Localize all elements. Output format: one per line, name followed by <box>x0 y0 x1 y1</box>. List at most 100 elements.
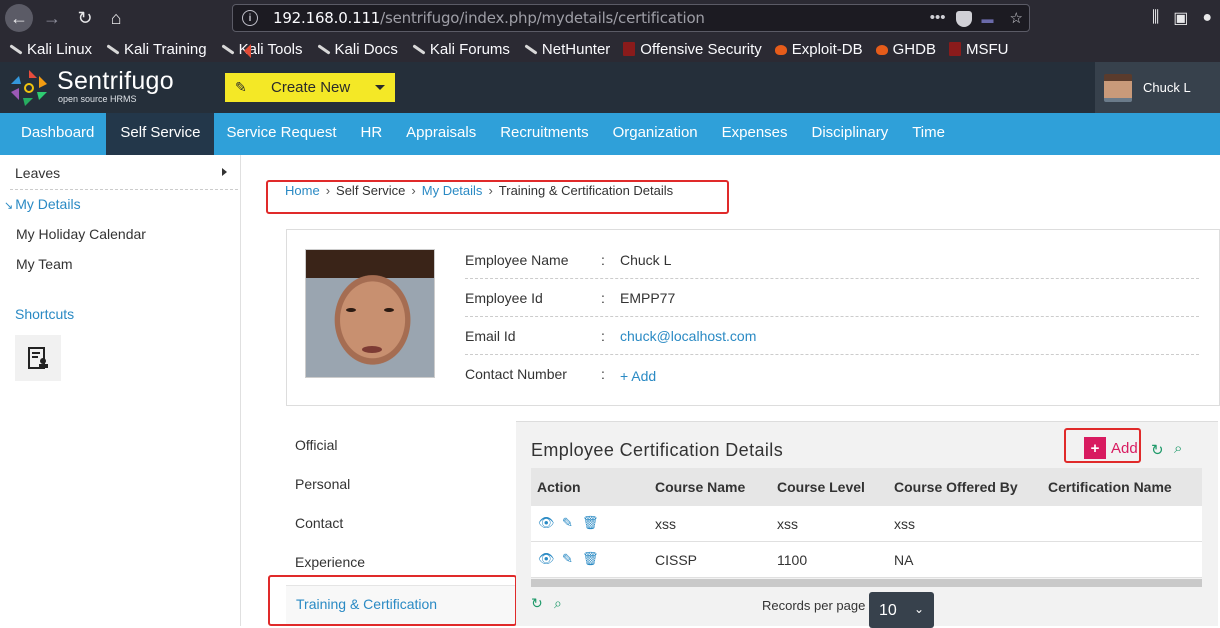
column-header-certification-name[interactable]: Certification Name <box>1048 479 1172 495</box>
tab-official[interactable]: Official <box>295 437 338 453</box>
caret-right-icon[interactable] <box>222 168 227 176</box>
pocket-icon[interactable] <box>955 11 972 27</box>
nav-recruitments[interactable]: Recruitments <box>488 113 600 155</box>
email-row: Email Id : chuck@localhost.com <box>465 317 1199 355</box>
contact-number-row: Contact Number : + Add <box>465 355 1199 393</box>
column-header-course-name[interactable]: Course Name <box>655 479 745 495</box>
info-icon[interactable]: i <box>242 10 258 26</box>
bookmark-nethunter[interactable]: NetHunter <box>523 41 610 58</box>
delete-icon[interactable]: 🗑 <box>582 551 599 567</box>
sidebar-item-my-team[interactable]: My Team <box>16 256 73 272</box>
sidebar-shortcuts-heading: Shortcuts <box>15 306 75 322</box>
email-link[interactable]: chuck@localhost.com <box>620 328 756 344</box>
edit-icon[interactable]: ✎ <box>562 515 573 531</box>
nav-time[interactable]: Time <box>900 113 957 155</box>
bookmark-kali-tools[interactable]: Kali Tools <box>220 41 303 58</box>
kali-dragon-icon <box>411 42 425 56</box>
address-bar[interactable]: i 192.168.0.111/sentrifugo/index.php/myd… <box>232 4 1030 32</box>
bookmark-ghdb[interactable]: GHDB <box>875 41 936 58</box>
nav-appraisals[interactable]: Appraisals <box>394 113 488 155</box>
bookmark-star-icon[interactable]: ☆ <box>1010 9 1023 27</box>
highlight-box-add-button <box>1064 428 1141 463</box>
sidebar: Leaves ↘ My Details My Holiday Calendar M… <box>0 155 241 626</box>
library-icon[interactable]: ⫼ <box>1152 9 1159 27</box>
back-arrow-icon[interactable]: ← <box>5 4 33 32</box>
user-menu[interactable]: Chuck L <box>1095 62 1220 113</box>
refresh-icon[interactable]: ↻ <box>1151 441 1164 459</box>
column-header-offered-by[interactable]: Course Offered By <box>894 479 1018 495</box>
horizontal-scrollbar[interactable] <box>531 579 1202 587</box>
user-name: Chuck L <box>1143 80 1191 95</box>
search-icon[interactable]: ⌕ <box>1174 440 1182 457</box>
bookmark-label: Kali Forums <box>429 40 510 58</box>
kali-dragon-icon <box>316 42 330 56</box>
reload-icon[interactable]: ↻ <box>71 4 99 32</box>
caret-down-icon <box>375 85 385 90</box>
sidebar-item-my-details[interactable]: ↘ My Details <box>4 196 81 212</box>
nav-self-service[interactable]: Self Service <box>106 113 215 155</box>
bookmark-exploit-db[interactable]: Exploit-DB <box>774 41 863 58</box>
url-host: 192.168.0.111 <box>273 9 381 27</box>
email-label: Email Id <box>465 328 516 344</box>
browser-toolbar-right: ⫼ ▣ ● <box>1152 0 1220 36</box>
nav-dashboard[interactable]: Dashboard <box>0 113 106 155</box>
employee-id-value: EMPP77 <box>620 290 676 306</box>
edit-icon[interactable]: ✎ <box>562 551 573 567</box>
bookmark-label: Kali Docs <box>334 40 398 58</box>
nav-expenses[interactable]: Expenses <box>710 113 800 155</box>
exploitdb-icon <box>774 45 787 55</box>
tab-experience[interactable]: Experience <box>295 554 365 570</box>
create-new-button[interactable]: ✎ Create New <box>225 73 395 102</box>
kali-dragon-icon <box>105 42 119 56</box>
table-row: 👁 ✎ 🗑 CISSP 1100 NA <box>531 542 1202 578</box>
nav-organization[interactable]: Organization <box>601 113 710 155</box>
view-icon[interactable]: 👁 <box>538 551 555 567</box>
tab-personal[interactable]: Personal <box>295 476 350 492</box>
bookmark-offensive-security[interactable]: Offensive Security <box>623 41 762 58</box>
bookmark-kali-docs[interactable]: Kali Docs <box>316 41 398 58</box>
sidebar-collapse-icon[interactable] <box>244 44 251 58</box>
nav-disciplinary[interactable]: Disciplinary <box>800 113 901 155</box>
column-header-course-level[interactable]: Course Level <box>777 479 865 495</box>
employee-profile-card: Employee Name : Chuck L Employee Id : EM… <box>286 229 1220 406</box>
sentrifugo-logo-icon[interactable] <box>9 68 49 108</box>
course-level-cell: xss <box>777 516 798 532</box>
bookmark-kali-forums[interactable]: Kali Forums <box>411 41 510 58</box>
page-actions-icon[interactable]: ••• <box>930 9 946 27</box>
colon: : <box>601 366 605 382</box>
sidebar-item-leaves[interactable]: Leaves <box>15 165 60 181</box>
forward-arrow-icon[interactable]: → <box>38 4 66 32</box>
shortcut-tile[interactable] <box>15 335 61 381</box>
refresh-icon[interactable]: ↻ <box>531 595 543 612</box>
sidebar-toggle-icon[interactable]: ▣ <box>1173 8 1188 28</box>
add-contact-link[interactable]: + Add <box>620 368 656 384</box>
reader-view-icon[interactable]: ▬ <box>982 12 1000 26</box>
brand-title: Sentrifugo <box>57 67 174 95</box>
records-per-page-select[interactable]: 10 ⌄ <box>869 592 934 628</box>
view-icon[interactable]: 👁 <box>538 515 555 531</box>
sidebar-item-label: My Details <box>15 196 81 212</box>
kali-dragon-icon <box>8 42 22 56</box>
arrow-down-right-icon: ↘ <box>4 200 14 212</box>
nav-hr[interactable]: HR <box>349 113 395 155</box>
bookmark-kali-training[interactable]: Kali Training <box>105 41 207 58</box>
course-name-cell: CISSP <box>655 552 698 568</box>
bookmark-label: Kali Linux <box>27 40 93 58</box>
offsec-icon <box>948 42 961 56</box>
menu-icon[interactable]: ● <box>1202 9 1212 27</box>
sidebar-item-holiday-calendar[interactable]: My Holiday Calendar <box>16 226 146 242</box>
search-icon[interactable]: ⌕ <box>554 595 562 612</box>
delete-icon[interactable]: 🗑 <box>582 515 599 531</box>
tab-contact[interactable]: Contact <box>295 515 343 531</box>
highlight-box-breadcrumb <box>266 180 729 214</box>
bookmark-msfu[interactable]: MSFU <box>948 40 1009 58</box>
bookmark-kali-linux[interactable]: Kali Linux <box>8 41 92 58</box>
bookmark-label: MSFU <box>965 40 1009 58</box>
home-icon[interactable]: ⌂ <box>102 4 130 32</box>
url-text[interactable]: 192.168.0.111/sentrifugo/index.php/mydet… <box>273 9 705 27</box>
photo-mouth <box>362 346 382 353</box>
exploitdb-icon <box>875 45 888 55</box>
column-header-action[interactable]: Action <box>537 479 581 495</box>
table-header: Action Course Name Course Level Course O… <box>531 468 1202 506</box>
nav-service-request[interactable]: Service Request <box>214 113 348 155</box>
